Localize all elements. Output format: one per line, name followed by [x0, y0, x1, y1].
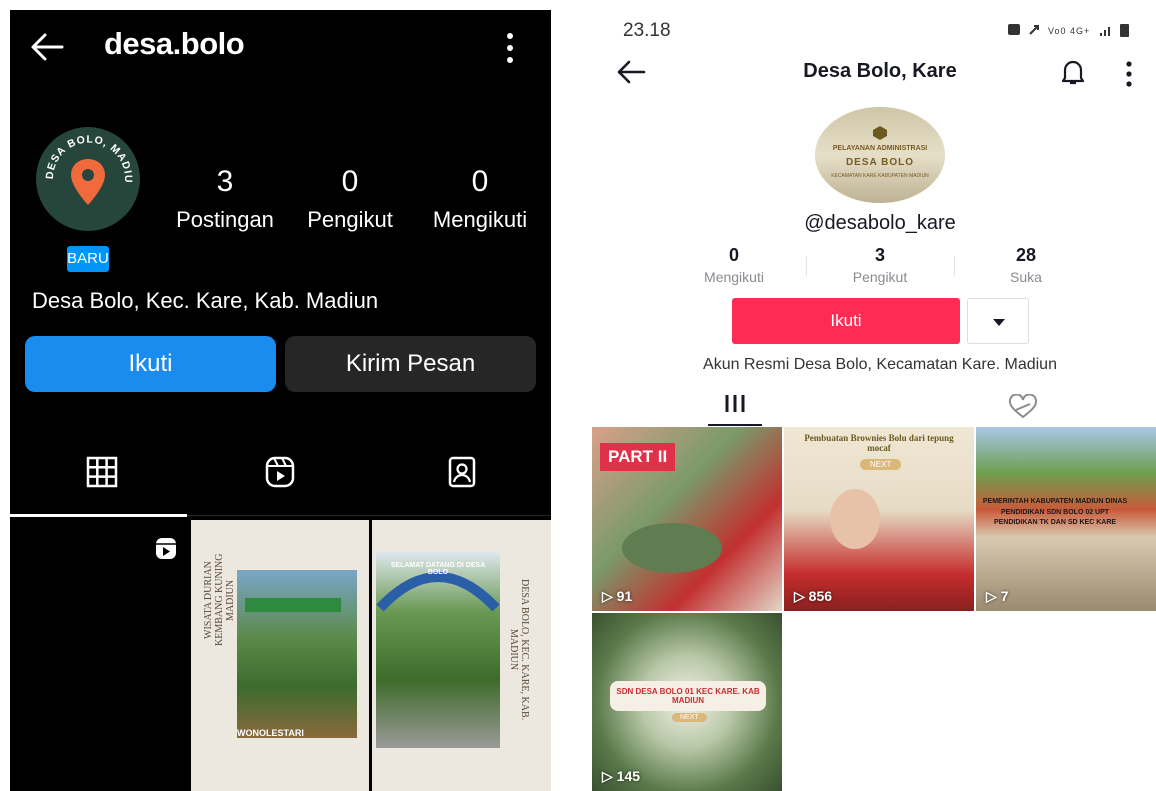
tiktok-avatar[interactable]: PELAYANAN ADMINISTRASI DESA BOLO KECAMAT…	[815, 107, 945, 203]
ig-top-bar: desa.bolo	[10, 10, 551, 82]
post-caption: WISATA DURIAN KEMBANG KUNING MADIUN	[203, 553, 236, 647]
stat-followers[interactable]: 3 Pengikut	[820, 245, 940, 285]
tiktok-profile-screen: 23.18 Vo0 4G+ Desa Bolo, Kare PELAYANAN …	[590, 0, 1156, 791]
avatar-sign-line: PELAYANAN ADMINISTRASI	[832, 145, 928, 152]
post-tag: WONOLESTARI	[237, 728, 304, 738]
stat-count: 0	[341, 165, 359, 198]
active-tab-indicator	[10, 514, 187, 517]
tab-divider	[187, 515, 551, 516]
view-count: ▷ 145	[602, 768, 640, 785]
view-count-number: 145	[616, 768, 641, 784]
post-photo: SELAMAT DATANG DI DESA BOLO	[376, 552, 500, 748]
view-count: ▷ 91	[602, 588, 632, 605]
active-tab-indicator	[708, 424, 762, 426]
suggested-accounts-button[interactable]	[967, 298, 1029, 344]
stat-followers[interactable]: 0 Pengikut	[300, 165, 400, 237]
video-tile[interactable]: PART II ▷ 91	[592, 427, 782, 611]
avatar-sign-line: DESA BOLO	[845, 157, 915, 168]
video-tile[interactable]: PEMERINTAH KABUPATEN MADIUN DINAS PENDID…	[976, 427, 1156, 611]
videos-tab-icon[interactable]	[722, 394, 748, 418]
emblem-icon	[873, 126, 887, 140]
more-options-icon[interactable]	[498, 30, 522, 66]
next-button[interactable]: NEXT	[672, 713, 707, 722]
stat-posts[interactable]: 3 Postingan	[170, 165, 280, 237]
stat-label: Mengikuti	[704, 269, 764, 285]
stat-count: 0	[471, 165, 489, 198]
ig-post-gate[interactable]: SELAMAT DATANG DI DESA BOLO DESA BOLO, K…	[372, 520, 551, 791]
post-photo	[237, 570, 357, 738]
post-caption: DESA BOLO, KEC. KARE, KAB. MADIUN	[508, 579, 530, 721]
stat-label: Postingan	[176, 207, 274, 232]
stat-label: Pengikut	[852, 269, 908, 285]
status-time: 23.18	[623, 20, 671, 41]
next-button[interactable]: NEXT	[860, 459, 902, 470]
svg-text:Vo0 4G+: Vo0 4G+	[1048, 26, 1090, 36]
stat-following[interactable]: 0 Mengikuti	[420, 165, 540, 237]
stat-likes[interactable]: 28 Suka	[966, 245, 1086, 285]
ig-avatar[interactable]: DESA BOLO, MADIUN	[32, 118, 140, 231]
send-message-button[interactable]: Kirim Pesan	[285, 336, 536, 392]
play-icon: ▷	[602, 768, 617, 784]
tiktok-bio: Akun Resmi Desa Bolo, Kecamatan Kare. Ma…	[703, 356, 1057, 373]
stat-label: Pengikut	[307, 207, 393, 232]
location-pin-logo-icon: DESA BOLO, MADIUN	[32, 118, 133, 205]
view-count-number: 856	[808, 588, 833, 604]
view-count: ▷ 856	[794, 588, 832, 605]
ig-post-durian[interactable]: WISATA DURIAN KEMBANG KUNING MADIUN WONO…	[191, 520, 369, 791]
video-overlay-text: SDN DESA BOLO 01 KEC KARE. KAB MADIUN	[610, 681, 766, 711]
back-arrow-icon[interactable]	[30, 32, 64, 62]
follow-button[interactable]: Ikuti	[732, 298, 960, 344]
video-overlay-text: PEMERINTAH KABUPATEN MADIUN DINAS PENDID…	[982, 498, 1128, 526]
status-bar-icons: Vo0 4G+	[1008, 24, 1129, 37]
stat-count: 3	[216, 165, 234, 198]
stat-label: Mengikuti	[432, 207, 528, 232]
stat-divider	[954, 256, 955, 276]
stat-count: 0	[728, 245, 739, 265]
caret-down-icon	[993, 319, 1005, 326]
ig-post-reel[interactable]	[10, 520, 188, 791]
video-tile[interactable]: Pembuatan Brownies Bolu dari tepung moca…	[784, 427, 974, 611]
view-count-number: 91	[616, 588, 633, 604]
stat-following[interactable]: 0 Mengikuti	[674, 245, 794, 285]
video-tile[interactable]: SDN DESA BOLO 01 KEC KARE. KAB MADIUN NE…	[592, 613, 782, 791]
video-overlay-text: Pembuatan Brownies Bolu dari tepung moca…	[804, 433, 954, 453]
new-badge: BARU	[64, 243, 112, 275]
play-icon: ▷	[986, 588, 1001, 604]
reel-indicator-icon	[156, 538, 176, 559]
ig-username: desa.bolo	[104, 26, 245, 61]
follow-button[interactable]: Ikuti	[25, 336, 276, 392]
stat-count: 28	[1015, 245, 1037, 265]
liked-videos-tab-icon[interactable]	[1008, 394, 1038, 420]
view-count: ▷ 7	[986, 588, 1008, 605]
ig-bio: Desa Bolo, Kec. Kare, Kab. Madiun	[32, 288, 379, 313]
avatar-sign-line: KECAMATAN KARE KABUPATEN MADIUN	[831, 173, 929, 179]
tiktok-handle: @desabolo_kare	[804, 212, 956, 234]
stat-divider	[806, 256, 807, 276]
reels-tab-icon[interactable]	[262, 454, 298, 490]
notification-bell-icon[interactable]	[1060, 57, 1086, 87]
stat-label: Suka	[1010, 269, 1042, 285]
stat-count: 3	[874, 245, 885, 265]
more-options-icon[interactable]	[1124, 60, 1134, 88]
tagged-tab-icon[interactable]	[444, 454, 480, 490]
instagram-profile-screen: desa.bolo DESA BOLO, MADIUN BARU 3 Posti…	[10, 10, 551, 791]
video-overlay-text: PART II	[600, 443, 676, 471]
gate-sign: SELAMAT DATANG DI DESA BOLO	[390, 562, 486, 576]
play-icon: ▷	[602, 588, 617, 604]
play-icon: ▷	[794, 588, 809, 604]
view-count-number: 7	[1000, 588, 1009, 604]
grid-tab-icon[interactable]	[84, 454, 120, 490]
